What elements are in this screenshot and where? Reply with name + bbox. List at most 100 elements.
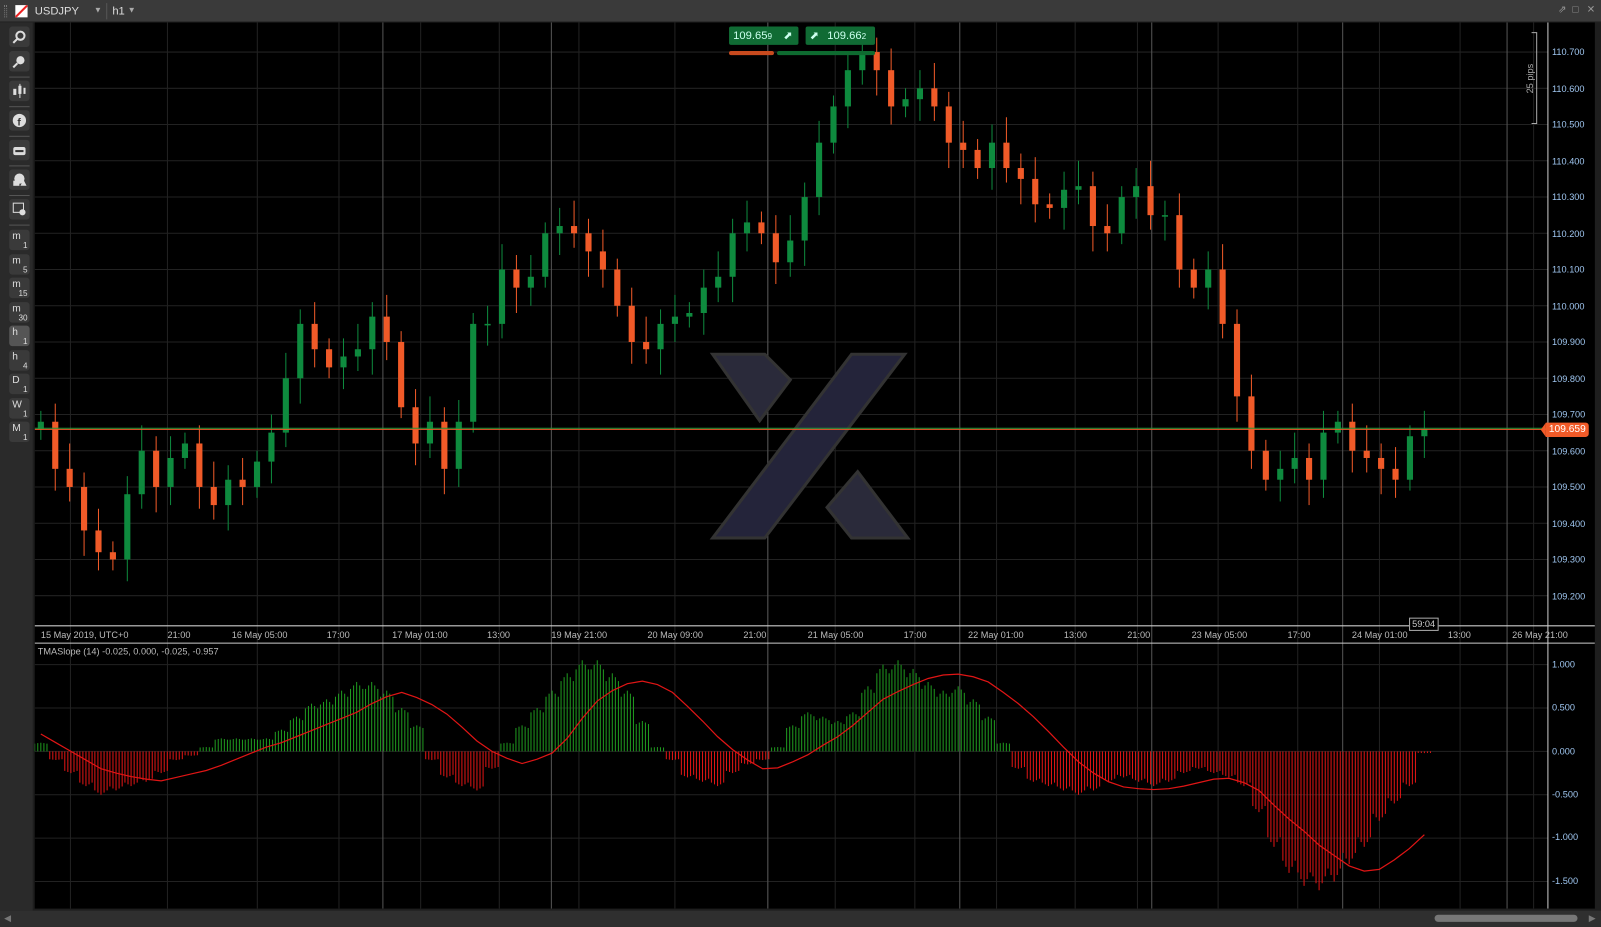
bull-candle: [1277, 468, 1284, 480]
timeframe-unit: m: [12, 254, 21, 266]
timeframe-button-M1[interactable]: M1: [9, 421, 30, 443]
pips-ruler-label: 25 pips: [1524, 63, 1536, 94]
arrow-icon: ⬈: [809, 29, 820, 42]
bear-candle: [758, 222, 765, 234]
close-icon[interactable]: ✕: [1587, 4, 1596, 15]
horizontal-scrollbar[interactable]: ◀ ▶: [0, 910, 1601, 927]
buy-volume-bar: [777, 51, 876, 56]
price-axis-label: 109.400: [1551, 518, 1586, 529]
time-axis-label: 15 May 2019, UTC+0: [40, 629, 129, 641]
price-axis-label: 110.000: [1551, 300, 1585, 311]
time-axis-label: 17:00: [326, 629, 350, 641]
bull-candle: [700, 287, 707, 314]
cbot-button[interactable]: [9, 139, 30, 161]
bull-candle: [988, 142, 996, 169]
bull-candle: [455, 421, 462, 469]
bull-candle: [902, 99, 909, 107]
bull-candle: [470, 323, 477, 422]
detach-icon[interactable]: ⇗: [1558, 4, 1567, 15]
bull-candle: [297, 323, 304, 379]
bear-candle: [52, 421, 59, 469]
timeframe-button-m5[interactable]: m5: [9, 253, 30, 275]
bear-candle: [1378, 457, 1385, 469]
timeframe-unit: h: [12, 326, 18, 338]
timeframe-button-h4[interactable]: h4: [9, 349, 30, 371]
timeframe-button-h1[interactable]: h1: [9, 325, 30, 347]
time-axis-label: 13:00: [487, 629, 511, 641]
bull-candle: [844, 70, 851, 107]
divider: [9, 106, 30, 108]
bull-candle: [1118, 197, 1125, 234]
sell-price: 109.65: [733, 29, 768, 42]
price-axis-label: 109.500: [1551, 481, 1586, 493]
bull-candle: [124, 494, 131, 560]
bear-candle: [153, 450, 160, 487]
price-axis-label: 110.200: [1551, 228, 1585, 239]
price-axis-label: 109.900: [1551, 336, 1586, 348]
bull-candle: [1421, 428, 1428, 437]
left-toolbar: f m 1 m 5 m 15 m 30 h 1 h 4 D 1 W 1 M 1: [0, 22, 33, 911]
bear-candle: [945, 106, 952, 143]
timeframe-button-m30[interactable]: m 30: [9, 301, 30, 323]
timeframe-button-D1[interactable]: D1: [9, 373, 30, 395]
settings-icon: [12, 202, 26, 216]
bull-candle: [354, 349, 361, 357]
timeframe-button-m1[interactable]: m1: [9, 229, 30, 251]
bear-candle: [1003, 142, 1010, 169]
bear-candle: [614, 269, 621, 306]
bear-candle: [628, 305, 635, 343]
divider: [9, 76, 30, 78]
zoom-in-button[interactable]: [9, 26, 30, 47]
timeframe-selector[interactable]: h1: [112, 5, 125, 17]
bull-candle: [138, 450, 145, 495]
time-axis-label: 21:00: [1127, 629, 1151, 641]
timeframe-count: 1: [23, 240, 28, 251]
price-axis-label: 110.500: [1551, 119, 1585, 130]
timeframe-button-W1[interactable]: W1: [9, 397, 30, 419]
price-chart[interactable]: [34, 22, 1595, 909]
bull-candle: [1161, 215, 1169, 217]
time-axis-label: 21 May 05:00: [807, 629, 864, 641]
bull-candle: [715, 276, 722, 288]
maximize-icon[interactable]: □: [1572, 4, 1578, 15]
chart-area[interactable]: [34, 22, 1595, 909]
sell-pip: 9: [767, 31, 773, 41]
bull-candle: [369, 316, 376, 350]
price-axis-label: 110.400: [1551, 155, 1585, 166]
bull-candle: [729, 233, 736, 277]
bull-candle: [657, 323, 664, 350]
chevron-down-icon[interactable]: ▼: [94, 5, 102, 14]
chevron-down-icon[interactable]: ▼: [128, 5, 136, 14]
timeframe-unit: h: [12, 350, 18, 362]
timeframe-count: 1: [23, 336, 28, 347]
zoom-out-button[interactable]: [9, 51, 30, 72]
share-button[interactable]: f: [9, 110, 30, 131]
drag-handle[interactable]: [4, 5, 8, 18]
timeframe-button-m15[interactable]: m 15: [9, 277, 30, 299]
time-axis-label: 21:00: [743, 629, 767, 641]
bear-candle: [210, 486, 217, 506]
chart-type-button[interactable]: [9, 80, 30, 102]
buy-button[interactable]: ⬈ 109.662: [805, 26, 876, 45]
bull-candle: [743, 222, 751, 234]
bear-candle: [1017, 168, 1024, 179]
bear-candle: [931, 88, 938, 107]
price-axis-label: 110.700: [1551, 46, 1585, 58]
current-price-tag: 109.659: [1540, 422, 1589, 437]
time-axis-label: 19 May 21:00: [551, 629, 608, 641]
bull-candle: [801, 197, 808, 241]
drawing-tools-button[interactable]: [9, 169, 30, 190]
symbol-selector[interactable]: USDJPY: [35, 5, 79, 17]
chart-settings-button[interactable]: [9, 199, 30, 220]
bull-candle: [484, 323, 491, 326]
sell-button[interactable]: 109.659 ⬈: [729, 26, 799, 45]
time-axis-label: 26 May 21:00: [1512, 629, 1568, 641]
price-axis-label: 110.600: [1551, 83, 1585, 94]
scrollbar-thumb[interactable]: [1434, 914, 1578, 922]
bear-candle: [239, 479, 246, 487]
bear-candle: [398, 342, 405, 408]
scroll-right-icon[interactable]: ▶: [1589, 913, 1596, 924]
time-axis-label: 21:00: [167, 629, 191, 641]
scroll-left-icon[interactable]: ◀: [4, 913, 11, 924]
bear-candle: [1248, 396, 1255, 451]
